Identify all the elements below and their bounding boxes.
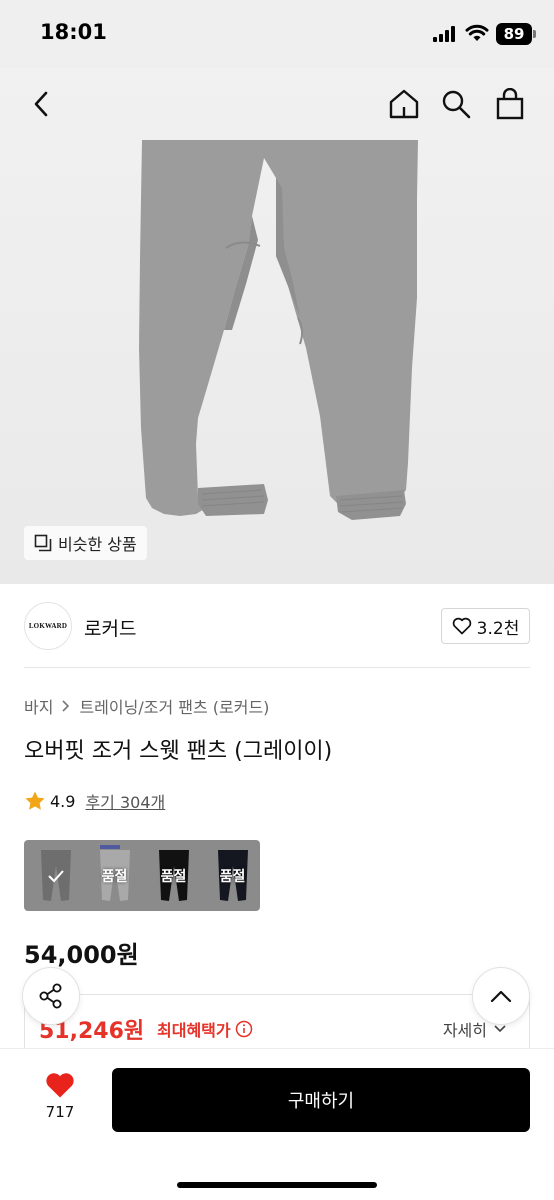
max-benefit-text: 최대혜택가	[157, 1021, 231, 1040]
status-bar: 18:01 89	[0, 0, 554, 68]
heart-outline-icon	[452, 617, 471, 635]
product-image[interactable]: 비슷한 상품	[0, 68, 554, 584]
buy-button[interactable]: 구매하기	[112, 1068, 530, 1132]
share-icon	[39, 983, 62, 1009]
wishlist-button[interactable]: 717	[28, 1071, 92, 1135]
chevron-up-icon	[490, 990, 512, 1003]
rating-row: 4.9 후기 304개	[24, 789, 165, 813]
breadcrumb-subcategory[interactable]: 트레이닝/조거 팬츠 (로커드)	[79, 694, 269, 718]
brand-name[interactable]: 로커드	[84, 614, 136, 641]
sold-out-label: 품절	[219, 868, 246, 885]
share-button[interactable]	[22, 967, 80, 1025]
pants-image	[0, 68, 554, 584]
benefit-detail-label: 자세히	[442, 1021, 487, 1040]
chevron-down-icon	[494, 1025, 506, 1033]
heart-filled-icon	[46, 1073, 74, 1098]
color-option-gray[interactable]	[27, 844, 85, 907]
product-title: 오버핏 조거 스웻 팬츠 (그레이이)	[24, 739, 333, 764]
divider	[24, 667, 530, 668]
similar-label: 비슷한 상품	[58, 535, 137, 554]
search-icon	[442, 90, 471, 119]
color-option-light-gray[interactable]: 품절	[86, 844, 144, 907]
top-nav	[0, 68, 554, 140]
home-indicator	[177, 1182, 377, 1188]
selected-check-icon	[27, 844, 85, 907]
back-icon	[34, 91, 48, 117]
max-benefit-label: 최대혜택가	[157, 1017, 253, 1041]
scroll-top-button[interactable]	[472, 967, 530, 1025]
breadcrumb-category[interactable]: 바지	[24, 694, 53, 718]
brand-logo[interactable]: LOKWARD	[24, 602, 72, 650]
signal-icon	[433, 26, 455, 42]
info-icon[interactable]	[235, 1020, 253, 1038]
product-price: 54,000원	[24, 941, 139, 969]
purchase-bar: 717 구매하기	[0, 1048, 554, 1200]
sold-out-label: 품절	[101, 868, 128, 885]
color-option-navy[interactable]: 품절	[204, 844, 262, 907]
cart-button[interactable]	[490, 84, 530, 124]
search-button[interactable]	[436, 84, 476, 124]
sold-out-label: 품절	[160, 868, 187, 885]
breadcrumb: 바지 트레이닝/조거 팬츠 (로커드)	[24, 694, 269, 718]
status-time: 18:01	[40, 20, 107, 44]
color-options: 품절 품절 품절	[24, 840, 260, 911]
wifi-icon	[465, 24, 489, 41]
wishlist-count: 717	[45, 1103, 75, 1121]
review-link[interactable]: 후기 304개	[85, 789, 165, 813]
brand-logo-text: LOKWARD	[28, 622, 68, 630]
color-option-black[interactable]: 품절	[145, 844, 203, 907]
similar-icon	[34, 534, 52, 552]
max-benefit-row[interactable]: 51,246원 최대혜택가 자세히	[24, 994, 530, 1054]
similar-products-button[interactable]: 비슷한 상품	[24, 526, 147, 560]
rating-value: 4.9	[50, 791, 76, 811]
brand-row: LOKWARD 로커드 3.2천	[0, 584, 554, 668]
star-icon	[25, 791, 45, 810]
brand-like-count: 3.2천	[476, 618, 520, 639]
home-icon	[389, 89, 419, 119]
chevron-right-icon	[62, 700, 70, 712]
brand-like-button[interactable]: 3.2천	[441, 608, 530, 644]
back-button[interactable]	[22, 84, 62, 124]
battery-icon: 89	[496, 23, 536, 45]
shopping-bag-icon	[496, 88, 524, 120]
home-button[interactable]	[384, 84, 424, 124]
